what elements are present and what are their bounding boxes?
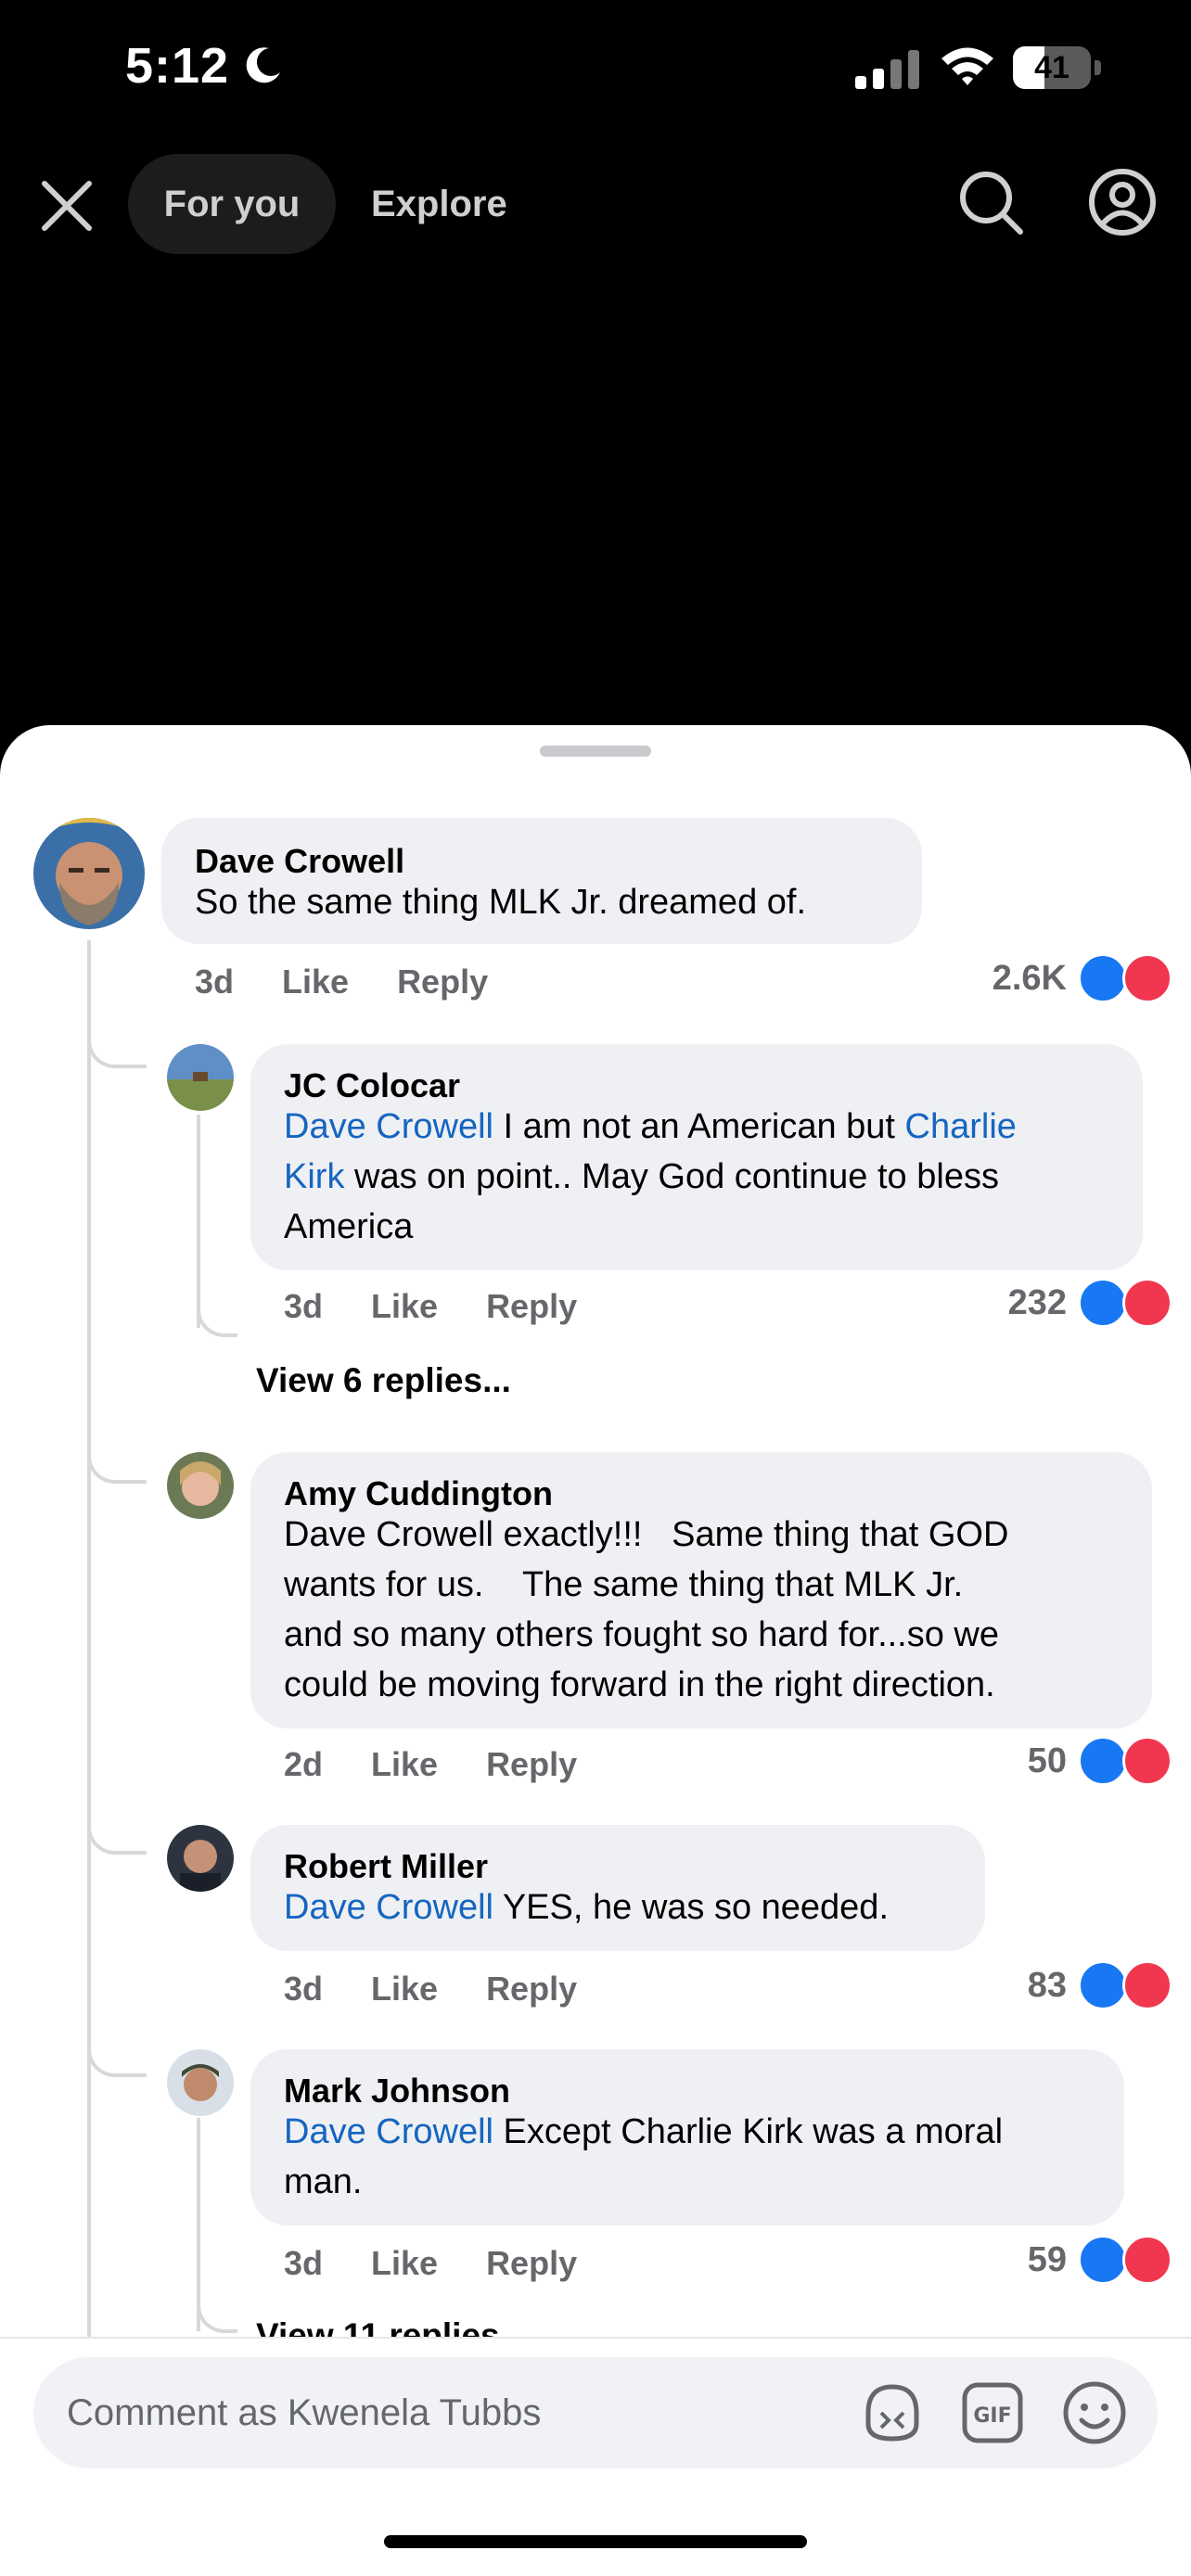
mention-link[interactable]: Dave Crowell — [284, 1888, 493, 1927]
like-reaction-icon — [1078, 1278, 1128, 1328]
reaction-count[interactable]: 50 — [918, 1741, 1067, 1781]
reply-button[interactable]: Reply — [486, 1287, 577, 1325]
avatar[interactable] — [33, 818, 145, 929]
thread-connector — [87, 1792, 147, 1855]
thread-connector — [197, 2292, 237, 2333]
comment-input[interactable]: Comment as Kwenela Tubbs GIF — [33, 2357, 1158, 2468]
mention-link[interactable]: Kirk — [284, 1157, 344, 1196]
search-icon[interactable] — [955, 167, 1026, 237]
wifi-icon — [941, 47, 993, 85]
gif-icon[interactable]: GIF — [961, 2381, 1024, 2444]
battery-level: 41 — [1034, 50, 1069, 85]
comment-time: 3d — [195, 963, 235, 1001]
home-indicator — [384, 2535, 807, 2548]
reaction-count[interactable]: 2.6K — [918, 959, 1067, 999]
comment-author[interactable]: Dave Crowell — [195, 842, 404, 881]
mention-link[interactable]: Dave Crowell — [284, 1107, 493, 1146]
comment-actions: 3d Like Reply — [284, 1970, 625, 2009]
svg-text:GIF: GIF — [973, 2404, 1011, 2428]
sheet-grabber[interactable] — [540, 746, 651, 757]
comment-text: Dave Crowell Except Charlie Kirk was a m… — [284, 2112, 1004, 2151]
comment-author[interactable]: Robert Miller — [284, 1847, 488, 1886]
comment-input-placeholder: Comment as Kwenela Tubbs — [67, 2392, 542, 2433]
avatar[interactable] — [167, 2049, 234, 2116]
thread-connector — [87, 1421, 147, 1484]
emoji-icon[interactable] — [1061, 2379, 1128, 2446]
avatar[interactable] — [167, 1452, 234, 1519]
love-reaction-icon — [1122, 1278, 1172, 1328]
avatar[interactable] — [167, 1825, 234, 1892]
comment-time: 2d — [284, 1745, 324, 1783]
love-reaction-icon — [1122, 1960, 1172, 2010]
comment-text: So the same thing MLK Jr. dreamed of. — [195, 883, 807, 922]
comment-text: Dave Crowell I am not an American but Ch… — [284, 1107, 1017, 1146]
like-reaction-icon — [1078, 1736, 1128, 1786]
comment-text: Dave Crowell YES, he was so needed. — [284, 1888, 890, 1927]
thread-connector — [87, 2014, 147, 2077]
comment-actions: 3d Like Reply — [195, 963, 536, 1001]
love-reaction-icon — [1122, 2235, 1172, 2285]
comment-actions: 3d Like Reply — [284, 1287, 625, 1326]
reply-button[interactable]: Reply — [486, 1745, 577, 1783]
comment-author[interactable]: Mark Johnson — [284, 2072, 510, 2111]
moon-icon — [246, 47, 280, 83]
love-reaction-icon — [1122, 953, 1172, 1003]
comment-composer-bar: Comment as Kwenela Tubbs GIF — [0, 2337, 1191, 2576]
status-time: 5:12 — [125, 38, 230, 94]
reply-button[interactable]: Reply — [397, 963, 488, 1001]
comment-text: America — [284, 1207, 414, 1246]
like-button[interactable]: Like — [371, 1745, 438, 1783]
reaction-count[interactable]: 232 — [918, 1283, 1067, 1323]
like-button[interactable]: Like — [282, 963, 349, 1001]
comment-text: Kirk was on point.. May God continue to … — [284, 1157, 999, 1196]
top-navigation: For you Explore — [0, 148, 1191, 260]
tab-for-you[interactable]: For you — [128, 154, 336, 254]
comment-time: 3d — [284, 1287, 324, 1325]
like-button[interactable]: Like — [371, 1970, 438, 2008]
cellular-signal-icon — [855, 50, 919, 89]
like-button[interactable]: Like — [371, 2244, 438, 2282]
love-reaction-icon — [1122, 1736, 1172, 1786]
comment-author[interactable]: Amy Cuddington — [284, 1474, 553, 1513]
reply-button[interactable]: Reply — [486, 2244, 577, 2282]
comment-text: Dave Crowell exactly!!! Same thing that … — [284, 1515, 1009, 1554]
comments-sheet: Dave Crowell So the same thing MLK Jr. d… — [0, 725, 1191, 2576]
tab-explore[interactable]: Explore — [371, 154, 507, 254]
comment-text: could be moving forward in the right dir… — [284, 1665, 995, 1704]
reaction-count[interactable]: 83 — [918, 1966, 1067, 2006]
profile-icon[interactable] — [1087, 167, 1158, 237]
comment-text: and so many others fought so hard for...… — [284, 1615, 1000, 1654]
avatar[interactable] — [167, 1044, 234, 1111]
close-icon[interactable] — [37, 176, 96, 236]
reply-button[interactable]: Reply — [486, 1970, 577, 2008]
status-bar: 5:12 41 — [0, 0, 1191, 139]
comment-text: wants for us. The same thing that MLK Jr… — [284, 1565, 964, 1604]
like-reaction-icon — [1078, 953, 1128, 1003]
reaction-count[interactable]: 59 — [918, 2240, 1067, 2280]
comment-actions: 2d Like Reply — [284, 1745, 625, 1784]
comment-text: man. — [284, 2162, 363, 2201]
like-button[interactable]: Like — [371, 1287, 438, 1325]
comment-actions: 3d Like Reply — [284, 2244, 625, 2283]
mention-link[interactable]: Dave Crowell — [284, 2112, 493, 2151]
thread-connector — [197, 1291, 237, 1337]
comment-time: 3d — [284, 1970, 324, 2008]
view-replies-link[interactable]: View 6 replies... — [256, 1361, 511, 1400]
comment-author[interactable]: JC Colocar — [284, 1066, 460, 1105]
comment-time: 3d — [284, 2244, 324, 2282]
like-reaction-icon — [1078, 2235, 1128, 2285]
battery-icon: 41 — [1013, 46, 1102, 89]
thread-line — [87, 940, 91, 2576]
mention-link[interactable]: Charlie — [905, 1107, 1017, 1146]
like-reaction-icon — [1078, 1960, 1128, 2010]
avatar-sticker-icon[interactable] — [859, 2379, 926, 2446]
thread-connector — [87, 994, 147, 1068]
